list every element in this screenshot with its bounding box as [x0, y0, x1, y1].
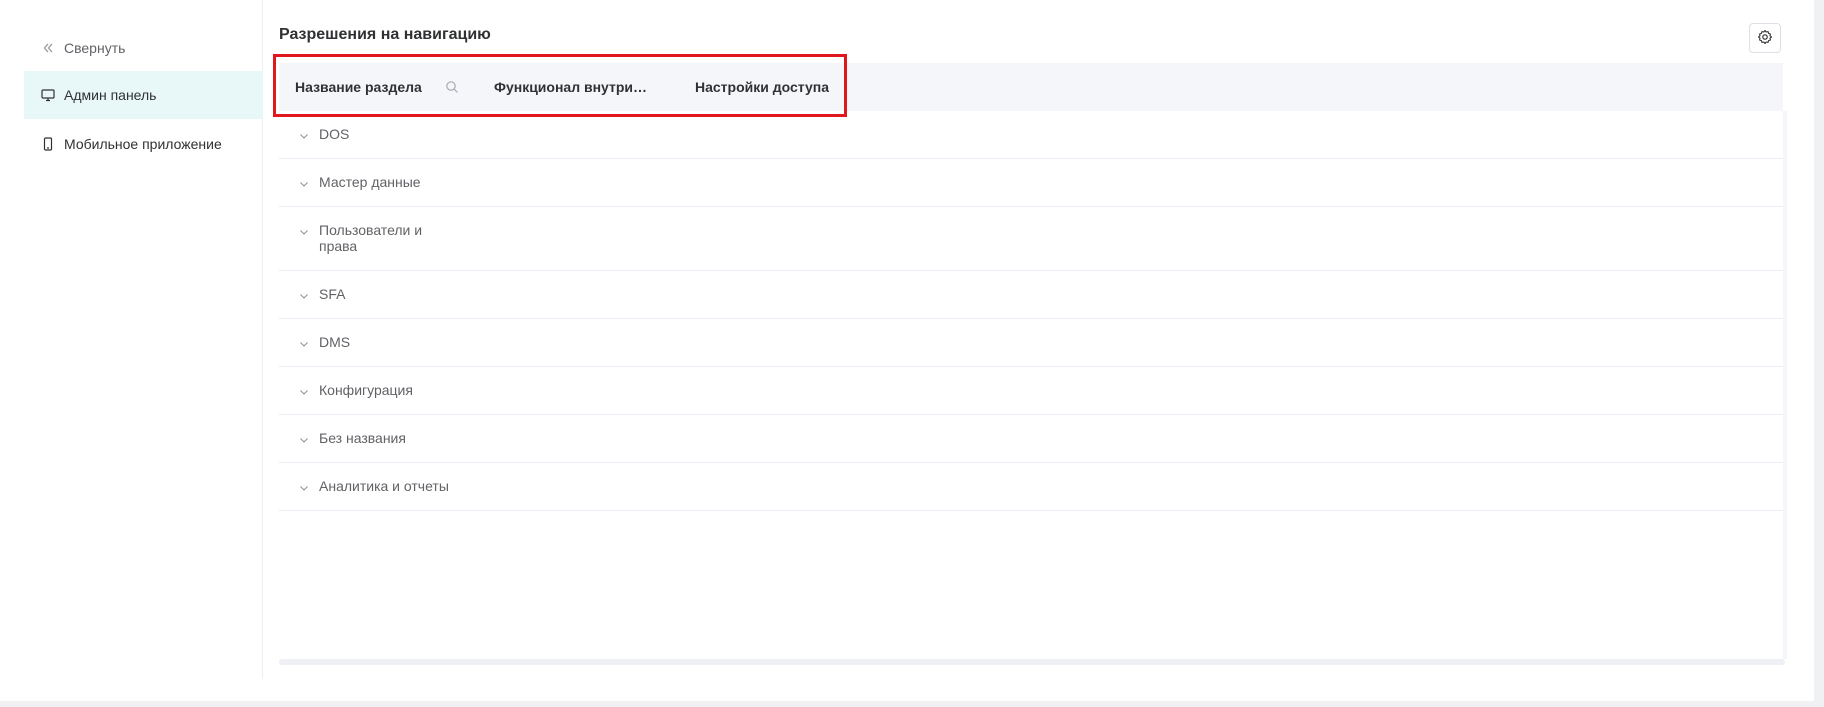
collapse-sidebar-button[interactable]: Свернуть: [24, 24, 263, 72]
table-row[interactable]: Пользователи и права: [279, 207, 1783, 271]
chevron-down-icon[interactable]: [298, 177, 310, 189]
sidebar-item-mobile-app[interactable]: Мобильное приложение: [24, 120, 263, 168]
horizontal-scrollbar[interactable]: [279, 659, 1785, 665]
row-label: DOS: [319, 126, 350, 142]
chevron-down-icon[interactable]: [298, 337, 310, 349]
table-row[interactable]: Конфигурация: [279, 367, 1783, 415]
column-header-functionality[interactable]: Функционал внутри р...: [494, 63, 664, 111]
vertical-scrollbar[interactable]: [1783, 111, 1787, 659]
row-label: SFA: [319, 286, 346, 302]
chevron-down-icon[interactable]: [298, 385, 310, 397]
row-label: Пользователи и права: [319, 222, 423, 254]
table-header: Название раздела Функционал внутри р... …: [279, 63, 1783, 111]
chevron-down-icon[interactable]: [298, 289, 310, 301]
row-label: Без названия: [319, 430, 406, 446]
chevron-down-icon[interactable]: [298, 129, 310, 141]
table-row[interactable]: DMS: [279, 319, 1783, 367]
chevron-down-icon[interactable]: [298, 481, 310, 493]
chevron-down-icon[interactable]: [298, 225, 310, 237]
sidebar-item-admin-panel[interactable]: Админ панель: [24, 71, 263, 119]
collapse-label: Свернуть: [64, 40, 126, 56]
table-row[interactable]: Мастер данные: [279, 159, 1783, 207]
phone-icon: [40, 136, 56, 152]
sidebar-item-label: Мобильное приложение: [64, 136, 222, 152]
row-label: Аналитика и отчеты: [319, 478, 449, 494]
search-icon[interactable]: [445, 80, 459, 94]
chevron-down-icon[interactable]: [298, 433, 310, 445]
settings-button[interactable]: [1749, 23, 1781, 53]
navigation-permissions-table: Название раздела Функционал внутри р... …: [279, 63, 1787, 665]
table-row[interactable]: Аналитика и отчеты: [279, 463, 1783, 511]
row-label: Мастер данные: [319, 174, 421, 190]
column-header-section-name[interactable]: Название раздела: [295, 63, 465, 111]
row-label: DMS: [319, 334, 351, 350]
gear-icon: [1757, 29, 1773, 48]
sidebar: Свернуть Админ панель Мобильное приложен…: [0, 0, 263, 679]
table-row[interactable]: SFA: [279, 271, 1783, 319]
double-chevron-left-icon: [40, 40, 56, 56]
table-row[interactable]: Без названия: [279, 415, 1783, 463]
row-label: Конфигурация: [319, 382, 413, 398]
column-header-access-settings[interactable]: Настройки доступа: [695, 63, 855, 111]
app-window: Свернуть Админ панель Мобильное приложен…: [0, 0, 1814, 701]
table-body: DOS Мастер данные Пользователи и права S…: [279, 111, 1783, 511]
sidebar-item-label: Админ панель: [64, 87, 157, 103]
monitor-icon: [40, 87, 56, 103]
table-row[interactable]: DOS: [279, 111, 1783, 159]
page-title: Разрешения на навигацию: [279, 26, 491, 43]
